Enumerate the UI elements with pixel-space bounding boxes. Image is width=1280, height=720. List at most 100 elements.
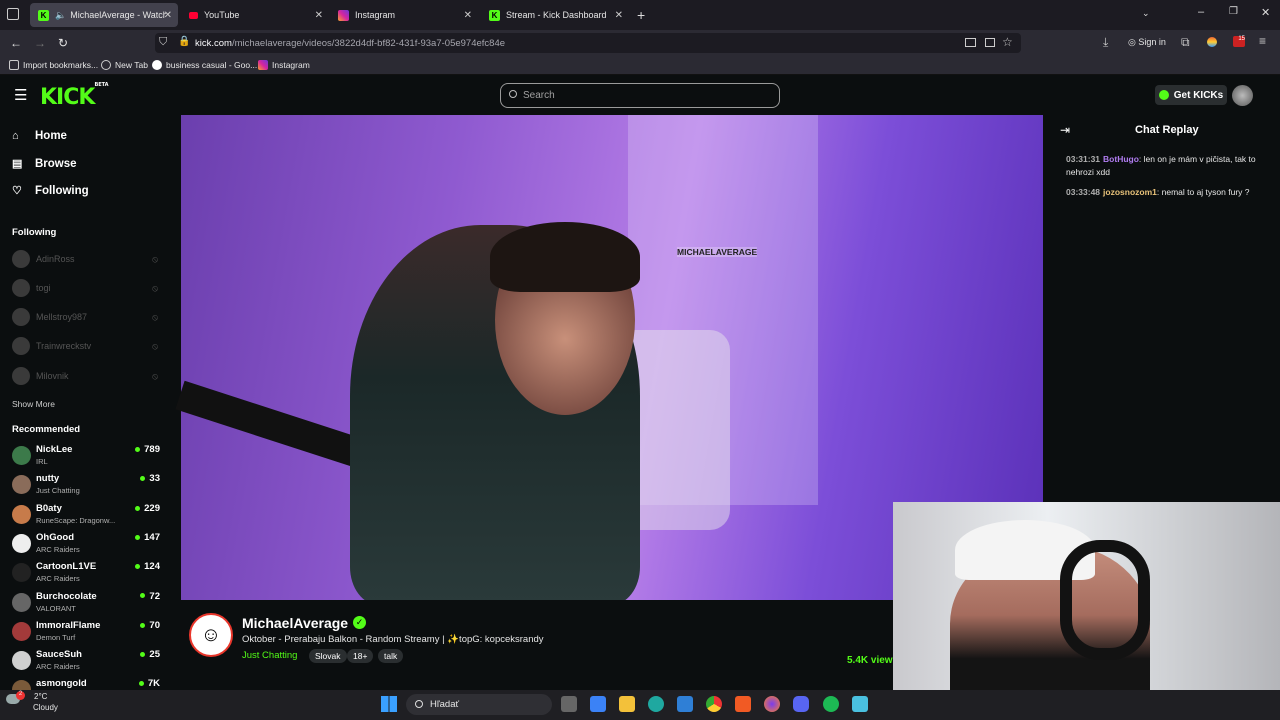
url-bar[interactable]: kick.com/michaelaverage/videos/3822d4df-… [155,33,1021,53]
sidebar-item-home[interactable]: ⌂ Home [12,130,67,142]
shield-icon[interactable]: ⛉ [159,36,167,49]
store-icon[interactable] [590,696,606,712]
recommended-viewers: 789 [135,444,160,455]
recommended-item[interactable]: NickLee IRL 789 [12,442,160,470]
sign-in-button[interactable]: ◎ Sign in [1128,37,1166,48]
tag-slovak[interactable]: Slovak [309,649,347,663]
brave-icon[interactable] [735,696,751,712]
task-view-icon[interactable] [561,696,577,712]
reader-view-icon[interactable] [985,38,995,47]
photos-icon[interactable] [677,696,693,712]
close-tab-icon[interactable]: ✕ [464,10,472,21]
back-icon[interactable]: ← [10,36,22,50]
tag-talk[interactable]: talk [378,649,404,663]
bookmark-new-tab[interactable]: New Tab [101,60,148,70]
recommended-item[interactable]: nutty Just Chatting 33 [12,471,160,499]
recommended-category: ARC Raiders [36,662,80,672]
user-avatar[interactable] [1232,85,1253,106]
tab-youtube[interactable]: YouTube ✕ [181,3,329,27]
bookmark-business-casual[interactable]: business casual - Goo... [152,60,257,70]
close-tab-icon[interactable]: ✕ [164,10,172,21]
notepad-icon[interactable] [852,696,868,712]
following-item[interactable]: Trainwreckstv ⦸ [12,336,160,356]
show-more-link[interactable]: Show More [12,399,55,409]
bookmark-import[interactable]: Import bookmarks... [9,60,98,70]
get-kicks-label: Get KICKs [1173,89,1224,101]
downloads-icon[interactable]: ⤓ [1103,35,1108,50]
minimize-button[interactable]: – [1198,6,1204,18]
tab-list-icon[interactable] [7,8,19,20]
logo-text: KICK [40,85,95,110]
recommended-item[interactable]: ImmoralFlame Demon Turf 70 [12,618,160,646]
chrome-icon[interactable] [706,696,722,712]
recommended-heading: Recommended [12,424,81,435]
bookmark-star-icon[interactable]: ☆ [1002,35,1013,49]
recommended-viewers: 33 [140,473,160,484]
youtube-favicon [189,11,198,19]
taskbar-search[interactable]: Hľadať [406,694,552,715]
kick-logo[interactable]: KICKBETA [40,82,109,110]
tab-dropdown-icon[interactable]: ⌄ [1142,8,1150,19]
discord-icon[interactable] [793,696,809,712]
chat-username[interactable]: jozosnozom1 [1103,187,1157,197]
recommended-item[interactable]: SauceSuh ARC Raiders 25 [12,647,160,675]
spotify-icon[interactable] [823,696,839,712]
weather-temp: 2°C [34,692,48,701]
tab-kick-dashboard[interactable]: K Stream - Kick Dashboard ✕ [481,3,629,27]
edge-icon[interactable] [648,696,664,712]
file-explorer-icon[interactable] [619,696,635,712]
sidebar-item-browse[interactable]: ▤ Browse [12,157,77,171]
following-item[interactable]: Milovnik ⦸ [12,366,160,386]
start-button-icon[interactable] [381,696,397,712]
tag-18plus[interactable]: 18+ [347,649,374,663]
channel-avatar[interactable]: ☺ [189,613,233,657]
extension-icon[interactable] [1207,37,1217,47]
speaker-icon[interactable]: 🔈 [55,10,66,21]
chat-message: 03:31:31 BotHugo: len on je mám v pičista… [1066,154,1256,177]
avatar [12,250,30,268]
restore-button[interactable]: ❐ [1229,6,1238,17]
recommended-item[interactable]: B0aty RuneScape: Dragonw... 229 [12,501,160,529]
avatar [12,475,31,495]
following-item[interactable]: Mellstroy987 ⦸ [12,307,160,327]
sidebar-item-following[interactable]: ♡ Following [12,184,89,198]
hamburger-menu-icon[interactable]: ☰ [14,86,27,104]
tab-instagram[interactable]: Instagram ✕ [330,3,478,27]
following-name: Mellstroy987 [36,312,88,322]
close-window-button[interactable]: ✕ [1261,6,1270,19]
search-input[interactable]: Search [500,83,780,108]
lock-icon[interactable]: 🔒 [178,36,190,47]
taskbar-search-label: Hľadať [430,699,460,710]
chat-text: nemal to aj tyson fury ? [1161,187,1250,197]
extension-badge-icon[interactable]: 15 [1233,36,1245,47]
stream-info-bar [181,600,901,690]
avatar [12,621,31,641]
recommended-item[interactable]: OhGood ARC Raiders 147 [12,530,160,558]
url-host: kick.com [195,37,232,49]
recommended-item[interactable]: CartoonL1VE ARC Raiders 124 [12,559,160,587]
channel-name[interactable]: MichaelAverage [242,615,348,631]
reload-icon[interactable]: ↻ [58,36,68,50]
picture-in-picture-icon[interactable] [965,38,976,47]
avatar [12,337,30,355]
collapse-chat-icon[interactable]: ⇥ [1060,123,1070,137]
following-item[interactable]: AdinRoss ⦸ [12,249,160,269]
close-tab-icon[interactable]: ✕ [315,10,323,21]
recommended-viewers: 229 [135,503,160,514]
recommended-item[interactable]: Burchocolate VALORANT 72 [12,589,160,617]
nav-label: Browse [35,157,77,170]
forward-icon[interactable]: → [34,36,46,50]
close-tab-icon[interactable]: ✕ [615,10,623,21]
bookmark-instagram[interactable]: Instagram [258,60,310,70]
extensions-icon[interactable]: ⧉ [1181,35,1190,50]
get-kicks-button[interactable]: Get KICKs [1155,85,1227,105]
chat-username[interactable]: BotHugo [1103,154,1139,164]
following-heading: Following [12,227,57,238]
kicks-icon [1158,90,1169,100]
following-item[interactable]: togi ⦸ [12,278,160,298]
new-tab-button[interactable]: + [637,7,645,23]
tab-kick-video[interactable]: K 🔈 MichaelAverage - Watch th ✕ [30,3,178,27]
firefox-icon[interactable] [764,696,780,712]
stream-category[interactable]: Just Chatting [242,650,297,661]
menu-icon[interactable]: ≡ [1259,34,1266,48]
